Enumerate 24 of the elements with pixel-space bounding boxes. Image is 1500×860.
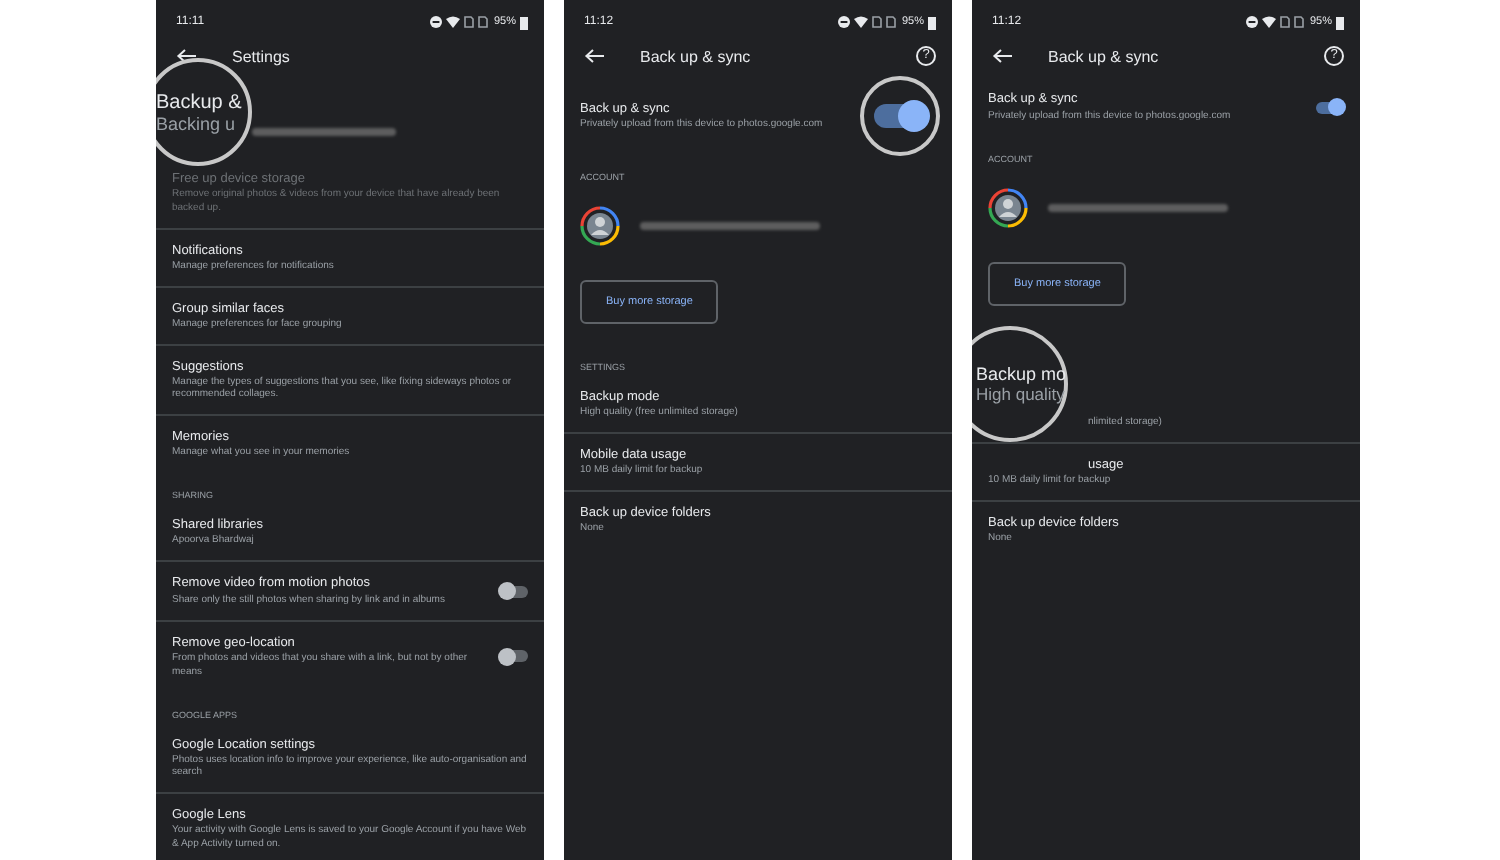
blurred-text: [252, 128, 396, 136]
back-arrow-icon[interactable]: [176, 48, 196, 64]
setting-subtitle: Backing u: [156, 113, 238, 133]
wifi-icon: [853, 16, 868, 28]
dnd-icon: [837, 16, 850, 28]
toggle-switch[interactable]: [500, 650, 528, 663]
screen-title: Settings: [232, 47, 292, 65]
battery-icon: [928, 15, 936, 29]
back-arrow-icon[interactable]: [584, 48, 604, 64]
battery-icon: [520, 15, 528, 29]
battery-icon: [1336, 15, 1344, 29]
toggle-switch[interactable]: [500, 585, 528, 597]
wifi-icon: [1261, 16, 1276, 28]
toggle-switch[interactable]: [1316, 101, 1344, 113]
dnd-icon: [429, 16, 442, 28]
dnd-icon: [1245, 16, 1258, 28]
screen-title: Back up & sync: [1048, 47, 1161, 65]
setting-title: Backup &: [156, 91, 244, 113]
avatar-icon: [580, 205, 620, 245]
avatar-icon: [988, 187, 1028, 227]
screen-title: Back up & sync: [640, 47, 753, 65]
wifi-icon: [445, 16, 460, 28]
toggle-switch[interactable]: [874, 104, 926, 128]
back-arrow-icon[interactable]: [992, 48, 1012, 64]
